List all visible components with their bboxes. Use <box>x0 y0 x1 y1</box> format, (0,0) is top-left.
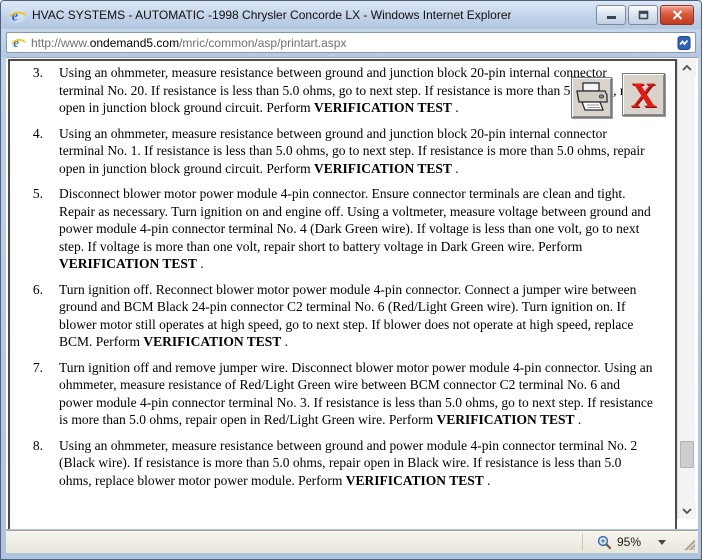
minimize-icon <box>606 15 616 19</box>
step-text: Using an ohmmeter, measure resistance be… <box>59 125 665 178</box>
step-text-post: . <box>483 472 491 488</box>
url-domain: ondemand5.com <box>89 35 180 50</box>
step-text-post: . <box>196 256 204 271</box>
vertical-scrollbar[interactable] <box>677 59 696 519</box>
step-text-bold: VERIFICATION TEST <box>313 160 452 176</box>
step-text-post: . <box>451 100 459 115</box>
step-text-pre: Disconnect blower motor power module 4-p… <box>59 186 651 254</box>
list-item: 8. Using an ohmmeter, measure resistance… <box>12 437 665 490</box>
zoom-level-label: 95% <box>617 535 642 549</box>
window-title: HVAC SYSTEMS - AUTOMATIC -1998 Chrysler … <box>32 8 512 22</box>
close-button[interactable] <box>660 5 694 25</box>
magnifier-icon <box>597 535 612 549</box>
title-bar[interactable]: e HVAC SYSTEMS - AUTOMATIC -1998 Chrysle… <box>1 1 701 29</box>
list-item: 6. Turn ignition off. Reconnect blower m… <box>12 281 665 351</box>
minimize-button[interactable] <box>596 5 626 25</box>
status-separator <box>582 534 583 550</box>
svg-text:e: e <box>13 36 19 50</box>
page-viewport: 3. Using an ohmmeter, measure resistance… <box>6 57 698 529</box>
status-bar: 95% <box>6 530 698 553</box>
step-number: 3. <box>32 65 43 80</box>
chevron-up-icon <box>682 64 692 71</box>
step-number: 7. <box>32 359 43 375</box>
resize-grip[interactable] <box>682 537 695 550</box>
svg-text:e: e <box>12 8 19 24</box>
refresh-icon[interactable] <box>676 35 692 51</box>
browser-window: e HVAC SYSTEMS - AUTOMATIC -1998 Chrysle… <box>0 0 702 560</box>
step-text: Using an ohmmeter, measure resistance be… <box>59 437 665 490</box>
list-item: 5. Disconnect blower motor power module … <box>12 185 665 273</box>
url-prefix: http://www. <box>31 35 90 50</box>
close-article-button[interactable]: X <box>622 73 665 116</box>
scrollbar-thumb[interactable] <box>680 441 694 468</box>
step-text: Disconnect blower motor power module 4-p… <box>59 185 665 273</box>
step-text-bold: VERIFICATION TEST <box>59 256 197 271</box>
url-path: /mric/common/asp/printart.aspx <box>179 35 347 50</box>
ie-favicon: e <box>9 7 26 24</box>
close-icon <box>672 10 682 20</box>
step-text: Turn ignition off. Reconnect blower moto… <box>59 281 665 351</box>
scroll-down-button[interactable] <box>678 502 696 519</box>
list-item: 7. Turn ignition off and remove jumper w… <box>12 359 665 429</box>
step-text: Turn ignition off and remove jumper wire… <box>59 359 665 429</box>
zoom-dropdown-arrow-icon[interactable] <box>658 539 666 545</box>
list-item: 3. Using an ohmmeter, measure resistance… <box>12 64 665 117</box>
list-item: 4. Using an ohmmeter, measure resistance… <box>12 125 665 178</box>
procedure-steps-list: 3. Using an ohmmeter, measure resistance… <box>12 64 665 489</box>
ie-favicon: e <box>11 35 26 50</box>
scroll-up-button[interactable] <box>678 59 696 76</box>
step-text-bold: VERIFICATION TEST <box>436 412 575 427</box>
step-number: 8. <box>32 437 43 453</box>
step-text-post: . <box>574 412 582 427</box>
step-number: 6. <box>32 281 43 297</box>
chevron-down-icon <box>682 507 692 514</box>
step-text-bold: VERIFICATION TEST <box>143 334 282 349</box>
printer-icon <box>576 82 608 111</box>
red-x-close-icon: X <box>630 74 657 115</box>
step-number: 4. <box>32 125 43 141</box>
step-text-post: . <box>281 334 289 349</box>
article-print-area: 3. Using an ohmmeter, measure resistance… <box>8 59 677 529</box>
restore-button[interactable] <box>628 5 658 25</box>
address-bar: e http://www. ondemand5.com/mric/common/a… <box>1 29 701 57</box>
address-input[interactable]: e http://www. ondemand5.com/mric/common/a… <box>6 32 696 53</box>
step-text-post: . <box>451 160 459 176</box>
restore-icon <box>638 10 648 20</box>
step-text-bold: VERIFICATION TEST <box>313 100 452 115</box>
zoom-control[interactable]: 95% <box>591 531 672 553</box>
step-number: 5. <box>32 186 43 201</box>
print-article-button[interactable] <box>571 77 612 118</box>
step-text-bold: VERIFICATION TEST <box>345 472 484 488</box>
